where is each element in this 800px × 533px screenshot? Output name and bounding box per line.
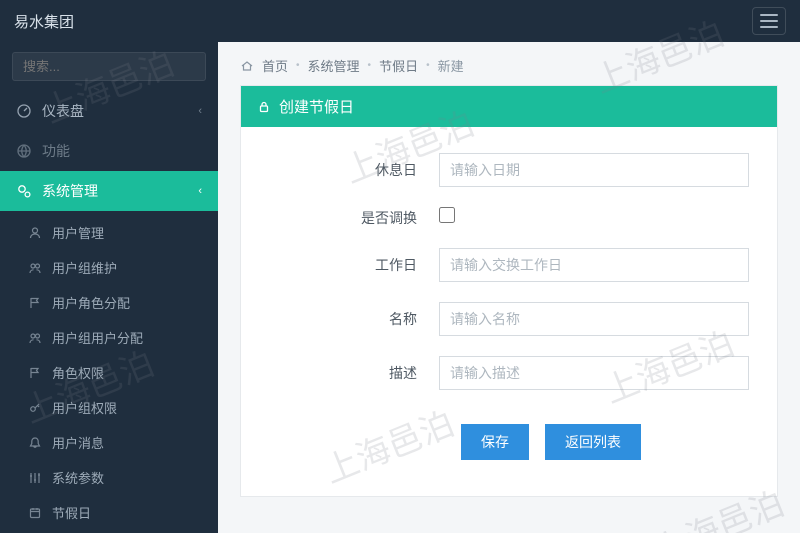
panel-create-holiday: 创建节假日 休息日 是否调换 工作日 <box>240 85 778 497</box>
sidebar-sub-role-perm[interactable]: 角色权限 <box>0 355 218 390</box>
label-rest-day: 休息日 <box>269 160 439 180</box>
sidebar-sub-label: 节假日 <box>52 503 91 522</box>
chevron-left-icon: ‹ <box>198 105 202 117</box>
breadcrumb-holiday[interactable]: 节假日 <box>379 56 418 75</box>
topbar: 易水集团 <box>0 0 800 42</box>
chevron-left-icon: ‹ <box>198 185 202 197</box>
input-rest-day[interactable] <box>439 153 749 187</box>
input-work-day[interactable] <box>439 248 749 282</box>
sidebar-sub-holiday[interactable]: 节假日 <box>0 495 218 530</box>
home-icon <box>240 59 254 73</box>
sidebar-sub-label: 用户组维护 <box>52 258 117 277</box>
sidebar-sub-user-mgmt[interactable]: 用户管理 <box>0 215 218 250</box>
key-icon <box>28 401 42 415</box>
sliders-icon <box>28 471 42 485</box>
sidebar-sub-sys-params[interactable]: 系统参数 <box>0 460 218 495</box>
sidebar-item-system[interactable]: 系统管理 ‹ <box>0 171 218 211</box>
panel-header: 创建节假日 <box>241 86 777 127</box>
dashboard-icon <box>16 103 32 119</box>
sidebar-sub-label: 用户组用户分配 <box>52 328 143 347</box>
user-icon <box>28 226 42 240</box>
menu-toggle-button[interactable] <box>752 7 786 35</box>
sidebar-sub-group-user[interactable]: 用户组用户分配 <box>0 320 218 355</box>
breadcrumb: 首页 • 系统管理 • 节假日 • 新建 <box>218 42 800 85</box>
sidebar-item-label: 系统管理 <box>42 181 98 201</box>
users-icon <box>28 331 42 345</box>
sidebar: 仪表盘 ‹ 功能 系统管理 ‹ <box>0 42 218 533</box>
breadcrumb-home[interactable]: 首页 <box>262 56 288 75</box>
sidebar-sub-group-perm[interactable]: 用户组权限 <box>0 390 218 425</box>
bell-icon <box>28 436 42 450</box>
search-input[interactable] <box>12 52 206 81</box>
breadcrumb-separator: • <box>296 60 300 71</box>
breadcrumb-separator: • <box>368 60 372 71</box>
sidebar-sub-label: 用户组权限 <box>52 398 117 417</box>
flag-icon <box>28 366 42 380</box>
panel-title: 创建节假日 <box>279 96 354 117</box>
checkbox-switch[interactable] <box>439 207 455 223</box>
input-desc[interactable] <box>439 356 749 390</box>
breadcrumb-system[interactable]: 系统管理 <box>308 56 360 75</box>
label-work-day: 工作日 <box>269 255 439 275</box>
lock-icon <box>257 100 271 114</box>
brand-title: 易水集团 <box>14 11 74 32</box>
save-button[interactable]: 保存 <box>461 424 529 460</box>
input-name[interactable] <box>439 302 749 336</box>
label-desc: 描述 <box>269 363 439 383</box>
breadcrumb-separator: • <box>426 60 430 71</box>
sidebar-sub-label: 用户角色分配 <box>52 293 130 312</box>
sidebar-item-label: 功能 <box>42 141 70 161</box>
sidebar-item-dashboard[interactable]: 仪表盘 ‹ <box>0 91 218 131</box>
sidebar-sub-user-role[interactable]: 用户角色分配 <box>0 285 218 320</box>
breadcrumb-current: 新建 <box>438 56 464 75</box>
sidebar-item-label: 仪表盘 <box>42 101 84 121</box>
back-list-button[interactable]: 返回列表 <box>545 424 641 460</box>
gears-icon <box>16 183 32 199</box>
label-name: 名称 <box>269 309 439 329</box>
label-switch: 是否调换 <box>269 208 439 228</box>
sidebar-sub-group-maint[interactable]: 用户组维护 <box>0 250 218 285</box>
calendar-icon <box>28 506 42 520</box>
sidebar-sub-label: 用户管理 <box>52 223 104 242</box>
sidebar-sub-label: 用户消息 <box>52 433 104 452</box>
sidebar-sub-label: 系统参数 <box>52 468 104 487</box>
sidebar-sub-user-msg[interactable]: 用户消息 <box>0 425 218 460</box>
sidebar-sub-label: 角色权限 <box>52 363 104 382</box>
users-icon <box>28 261 42 275</box>
globe-icon <box>16 143 32 159</box>
sidebar-item-features[interactable]: 功能 <box>0 131 218 171</box>
flag-icon <box>28 296 42 310</box>
